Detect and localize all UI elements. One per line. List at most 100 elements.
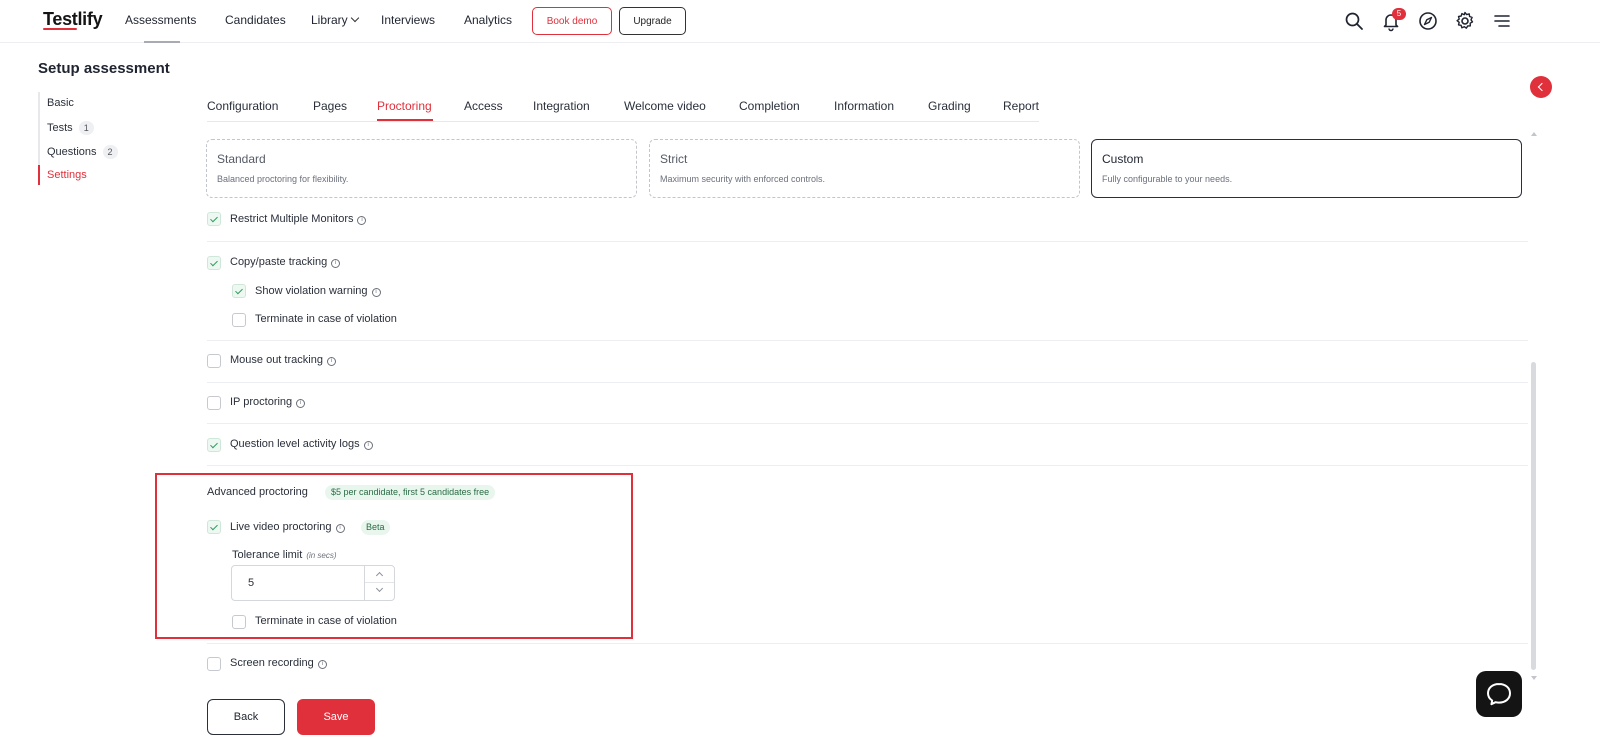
tab-welcome-video[interactable]: Welcome video [624,99,706,113]
nav-analytics[interactable]: Analytics [464,13,512,27]
back-button[interactable]: Back [207,699,285,735]
sidebar-item-label: Questions [47,146,97,158]
nav-active-indicator [144,41,180,43]
increment-button[interactable] [365,566,394,583]
info-icon[interactable]: i [326,357,336,366]
sidebar-item-count: 2 [102,145,118,159]
option-label-text: Mouse out tracking [230,354,323,366]
sidebar-item-label: Settings [47,169,87,181]
advanced-proctoring-title: Advanced proctoring [207,486,308,498]
terminate-copy-violation-checkbox[interactable] [232,313,246,327]
mode-card-strict[interactable]: Strict Maximum security with enforced co… [649,139,1080,198]
ip-proctoring-label: IP proctoring i [230,396,306,409]
collapse-panel-button[interactable] [1530,76,1552,98]
info-icon[interactable]: i [317,660,327,669]
menu-icon[interactable] [1491,10,1513,32]
tabs-divider [207,121,1039,122]
sidebar-active-indicator [38,165,40,185]
notification-count-badge: 5 [1392,8,1406,20]
nav-assessments[interactable]: Assessments [125,13,196,27]
row-divider [207,423,1528,424]
decrement-button[interactable] [365,583,394,600]
mouse-out-tracking-checkbox[interactable] [207,354,221,368]
info-icon[interactable]: i [296,399,306,408]
nav-interviews[interactable]: Interviews [381,13,435,27]
nav-candidates[interactable]: Candidates [225,13,286,27]
sidebar-item-settings[interactable]: Settings [47,169,87,181]
info-icon[interactable]: i [363,441,373,450]
mode-card-title: Standard [217,152,266,166]
chevron-up-icon [375,571,384,580]
screen-recording-label: Screen recording i [230,657,327,670]
save-button[interactable]: Save [297,699,375,735]
sidebar-item-count: 1 [78,121,94,135]
sidebar-item-tests[interactable]: Tests 1 [47,121,94,135]
page-title: Setup assessment [38,60,170,77]
show-violation-warning-checkbox[interactable] [232,284,246,298]
terminate-video-violation-label: Terminate in case of violation [255,615,397,627]
row-divider [207,643,1528,644]
info-icon[interactable]: i [371,288,381,297]
info-icon[interactable]: i [331,259,341,268]
row-divider [207,340,1528,341]
search-icon[interactable] [1343,10,1365,32]
sidebar-item-basic[interactable]: Basic [47,97,74,109]
mode-card-custom[interactable]: Custom Fully configurable to your needs. [1091,139,1522,198]
tolerance-input-value[interactable]: 5 [248,577,254,589]
tab-report[interactable]: Report [1003,99,1039,113]
tab-proctoring[interactable]: Proctoring [377,99,432,113]
option-label-text: Copy/paste tracking [230,256,328,268]
activity-logs-checkbox[interactable] [207,438,221,452]
row-divider [207,382,1528,383]
logo-underline [43,28,77,30]
option-label-text: IP proctoring [230,396,293,408]
row-divider [207,241,1528,242]
scroll-up-arrow[interactable] [1531,132,1537,136]
copy-paste-tracking-checkbox[interactable] [207,256,221,270]
gear-icon[interactable] [1454,10,1476,32]
copy-paste-tracking-label: Copy/paste tracking i [230,256,341,269]
tab-completion[interactable]: Completion [739,99,800,113]
option-label-text: Screen recording [230,657,314,669]
sidebar-item-questions[interactable]: Questions 2 [47,145,118,159]
screen-recording-checkbox[interactable] [207,657,221,671]
terminate-video-violation-checkbox[interactable] [232,615,246,629]
scrollbar-thumb[interactable] [1531,362,1536,670]
nav-library[interactable]: Library [311,13,359,27]
upgrade-button[interactable]: Upgrade [619,7,686,35]
testlify-logo[interactable]: Testlify [43,9,103,30]
tab-information[interactable]: Information [834,99,894,113]
tolerance-stepper[interactable]: 5 [231,565,395,601]
scroll-down-arrow[interactable] [1531,676,1537,680]
pricing-badge: $5 per candidate, first 5 candidates fre… [325,485,496,500]
tolerance-limit-label: Tolerance limit (in secs) [232,549,337,561]
info-icon[interactable]: i [335,524,345,533]
tolerance-label-text: Tolerance limit [232,549,303,561]
mode-card-description: Maximum security with enforced controls. [660,174,826,184]
mode-card-standard[interactable]: Standard Balanced proctoring for flexibi… [206,139,637,198]
chat-bubble-icon [1487,683,1511,706]
chevron-down-icon [375,584,384,593]
support-chat-button[interactable] [1476,671,1522,717]
restrict-monitors-checkbox[interactable] [207,212,221,226]
live-video-proctoring-label: Live video proctoring i [230,521,345,534]
option-label-text: Restrict Multiple Monitors [230,213,354,225]
tab-integration[interactable]: Integration [533,99,590,113]
stepper-controls [364,566,394,600]
tab-grading[interactable]: Grading [928,99,971,113]
mouse-out-tracking-label: Mouse out tracking i [230,354,336,367]
tab-configuration[interactable]: Configuration [207,99,278,113]
mode-card-description: Fully configurable to your needs. [1102,174,1233,184]
sidebar-item-label: Basic [47,97,74,109]
row-divider [207,465,1528,466]
ip-proctoring-checkbox[interactable] [207,396,221,410]
live-video-proctoring-checkbox[interactable] [207,520,221,534]
info-icon[interactable]: i [357,216,367,225]
tab-access[interactable]: Access [464,99,503,113]
compass-icon[interactable] [1417,10,1439,32]
sidebar-item-label: Tests [47,122,73,134]
option-label-text: Question level activity logs [230,438,360,450]
tab-pages[interactable]: Pages [313,99,347,113]
restrict-monitors-label: Restrict Multiple Monitors i [230,213,367,226]
book-demo-button[interactable]: Book demo [532,7,612,35]
